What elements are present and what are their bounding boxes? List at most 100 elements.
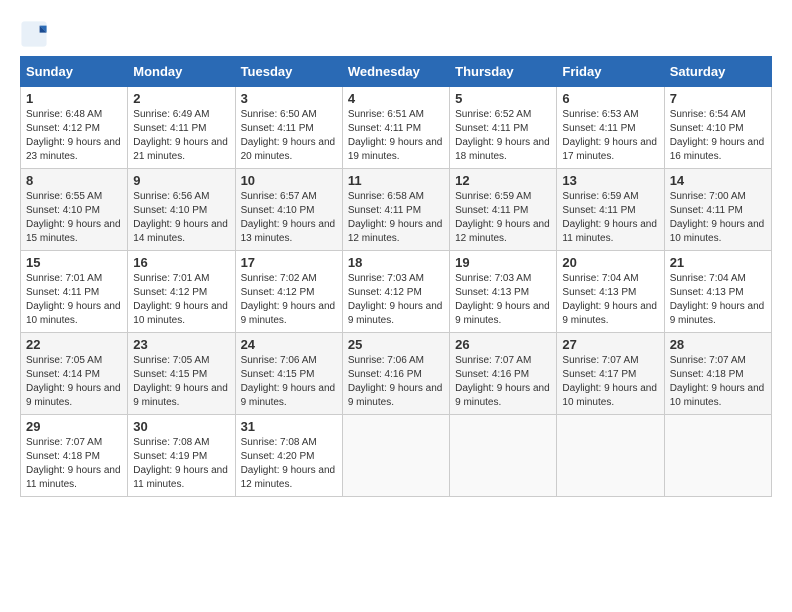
day-info: Sunrise: 7:08 AM Sunset: 4:19 PM Dayligh… [133,436,229,492]
sunset-label: Sunset: 4:11 PM [455,205,528,216]
day-info: Sunrise: 7:08 AM Sunset: 4:20 PM Dayligh… [241,436,337,492]
daylight-label: Daylight: 9 hours and 23 minutes. [26,137,121,162]
day-info: Sunrise: 6:48 AM Sunset: 4:12 PM Dayligh… [26,108,122,164]
day-cell: 7 Sunrise: 6:54 AM Sunset: 4:10 PM Dayli… [664,87,771,169]
sunrise-label: Sunrise: 7:01 AM [133,273,209,284]
day-number: 12 [455,173,551,188]
daylight-label: Daylight: 9 hours and 9 minutes. [241,301,336,326]
day-number: 1 [26,91,122,106]
day-cell [342,415,449,497]
daylight-label: Daylight: 9 hours and 10 minutes. [26,301,121,326]
sunrise-label: Sunrise: 7:08 AM [133,437,209,448]
day-number: 14 [670,173,766,188]
sunset-label: Sunset: 4:13 PM [562,287,636,298]
sunrise-label: Sunrise: 7:05 AM [26,355,102,366]
sunset-label: Sunset: 4:15 PM [133,369,207,380]
sunrise-label: Sunrise: 7:03 AM [348,273,424,284]
day-number: 2 [133,91,229,106]
day-info: Sunrise: 6:52 AM Sunset: 4:11 PM Dayligh… [455,108,551,164]
sunset-label: Sunset: 4:16 PM [348,369,422,380]
sunrise-label: Sunrise: 7:00 AM [670,191,746,202]
daylight-label: Daylight: 9 hours and 11 minutes. [562,219,657,244]
calendar-header-row: SundayMondayTuesdayWednesdayThursdayFrid… [21,57,772,87]
day-cell: 13 Sunrise: 6:59 AM Sunset: 4:11 PM Dayl… [557,169,664,251]
day-cell: 1 Sunrise: 6:48 AM Sunset: 4:12 PM Dayli… [21,87,128,169]
day-number: 21 [670,255,766,270]
sunrise-label: Sunrise: 6:52 AM [455,109,531,120]
col-header-friday: Friday [557,57,664,87]
day-number: 20 [562,255,658,270]
daylight-label: Daylight: 9 hours and 21 minutes. [133,137,228,162]
col-header-sunday: Sunday [21,57,128,87]
daylight-label: Daylight: 9 hours and 13 minutes. [241,219,336,244]
sunset-label: Sunset: 4:12 PM [241,287,315,298]
day-number: 3 [241,91,337,106]
sunrise-label: Sunrise: 7:07 AM [670,355,746,366]
day-number: 27 [562,337,658,352]
week-row-5: 29 Sunrise: 7:07 AM Sunset: 4:18 PM Dayl… [21,415,772,497]
day-number: 22 [26,337,122,352]
calendar-table: SundayMondayTuesdayWednesdayThursdayFrid… [20,56,772,497]
sunset-label: Sunset: 4:11 PM [348,205,421,216]
day-info: Sunrise: 6:57 AM Sunset: 4:10 PM Dayligh… [241,190,337,246]
day-cell [557,415,664,497]
sunrise-label: Sunrise: 7:07 AM [26,437,102,448]
sunrise-label: Sunrise: 6:55 AM [26,191,102,202]
day-info: Sunrise: 7:00 AM Sunset: 4:11 PM Dayligh… [670,190,766,246]
day-info: Sunrise: 6:50 AM Sunset: 4:11 PM Dayligh… [241,108,337,164]
daylight-label: Daylight: 9 hours and 20 minutes. [241,137,336,162]
sunset-label: Sunset: 4:11 PM [455,123,528,134]
day-cell: 28 Sunrise: 7:07 AM Sunset: 4:18 PM Dayl… [664,333,771,415]
sunrise-label: Sunrise: 7:06 AM [241,355,317,366]
sunrise-label: Sunrise: 7:07 AM [562,355,638,366]
sunset-label: Sunset: 4:17 PM [562,369,636,380]
sunset-label: Sunset: 4:12 PM [133,287,207,298]
day-info: Sunrise: 7:03 AM Sunset: 4:13 PM Dayligh… [455,272,551,328]
sunrise-label: Sunrise: 7:08 AM [241,437,317,448]
col-header-monday: Monday [128,57,235,87]
sunset-label: Sunset: 4:13 PM [670,287,744,298]
daylight-label: Daylight: 9 hours and 9 minutes. [455,301,550,326]
day-cell: 15 Sunrise: 7:01 AM Sunset: 4:11 PM Dayl… [21,251,128,333]
daylight-label: Daylight: 9 hours and 9 minutes. [670,301,765,326]
day-number: 26 [455,337,551,352]
day-cell [450,415,557,497]
day-number: 4 [348,91,444,106]
sunset-label: Sunset: 4:19 PM [133,451,207,462]
daylight-label: Daylight: 9 hours and 11 minutes. [133,465,228,490]
sunset-label: Sunset: 4:11 PM [348,123,421,134]
sunrise-label: Sunrise: 6:54 AM [670,109,746,120]
day-info: Sunrise: 7:04 AM Sunset: 4:13 PM Dayligh… [670,272,766,328]
day-number: 23 [133,337,229,352]
logo [20,20,52,48]
daylight-label: Daylight: 9 hours and 9 minutes. [348,383,443,408]
daylight-label: Daylight: 9 hours and 12 minutes. [455,219,550,244]
day-info: Sunrise: 6:59 AM Sunset: 4:11 PM Dayligh… [455,190,551,246]
daylight-label: Daylight: 9 hours and 18 minutes. [455,137,550,162]
day-cell: 3 Sunrise: 6:50 AM Sunset: 4:11 PM Dayli… [235,87,342,169]
day-cell: 20 Sunrise: 7:04 AM Sunset: 4:13 PM Dayl… [557,251,664,333]
day-number: 19 [455,255,551,270]
day-number: 24 [241,337,337,352]
day-number: 5 [455,91,551,106]
daylight-label: Daylight: 9 hours and 10 minutes. [670,383,765,408]
day-info: Sunrise: 7:05 AM Sunset: 4:14 PM Dayligh… [26,354,122,410]
page-header [20,20,772,48]
day-number: 30 [133,419,229,434]
day-info: Sunrise: 7:03 AM Sunset: 4:12 PM Dayligh… [348,272,444,328]
sunrise-label: Sunrise: 6:48 AM [26,109,102,120]
sunrise-label: Sunrise: 6:50 AM [241,109,317,120]
day-cell: 29 Sunrise: 7:07 AM Sunset: 4:18 PM Dayl… [21,415,128,497]
day-info: Sunrise: 6:51 AM Sunset: 4:11 PM Dayligh… [348,108,444,164]
daylight-label: Daylight: 9 hours and 12 minutes. [241,465,336,490]
sunset-label: Sunset: 4:10 PM [26,205,100,216]
daylight-label: Daylight: 9 hours and 10 minutes. [670,219,765,244]
sunset-label: Sunset: 4:10 PM [241,205,315,216]
sunrise-label: Sunrise: 7:04 AM [670,273,746,284]
day-number: 16 [133,255,229,270]
day-cell: 19 Sunrise: 7:03 AM Sunset: 4:13 PM Dayl… [450,251,557,333]
sunset-label: Sunset: 4:11 PM [26,287,99,298]
week-row-4: 22 Sunrise: 7:05 AM Sunset: 4:14 PM Dayl… [21,333,772,415]
daylight-label: Daylight: 9 hours and 14 minutes. [133,219,228,244]
day-info: Sunrise: 7:01 AM Sunset: 4:12 PM Dayligh… [133,272,229,328]
